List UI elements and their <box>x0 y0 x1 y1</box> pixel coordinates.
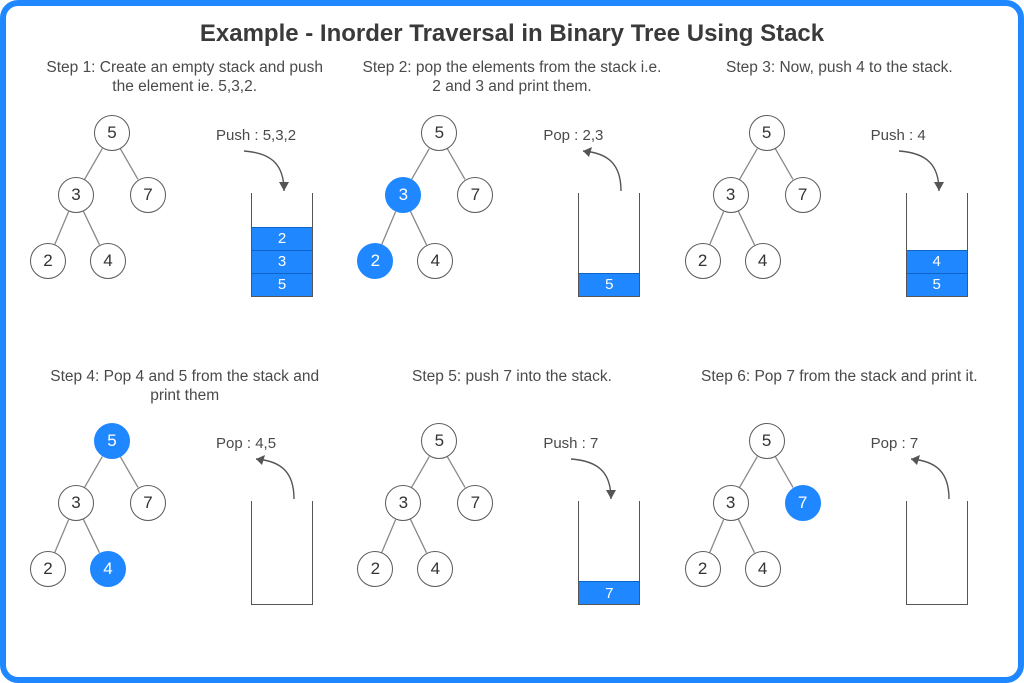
tree-node: 7 <box>457 177 493 213</box>
step-scene: 53724Push : 454 <box>681 103 998 323</box>
step-panel: Step 2: pop the elements from the stack … <box>353 58 670 353</box>
stack-cell: 3 <box>252 250 312 273</box>
tree-node: 4 <box>90 243 126 279</box>
tree-node: 3 <box>713 177 749 213</box>
stack: 54 <box>906 193 968 297</box>
tree-node: 3 <box>58 485 94 521</box>
step-scene: 53724Push : 5,3,2532 <box>26 103 343 323</box>
step-caption: Step 3: Now, push 4 to the stack. <box>681 58 998 103</box>
operation-label: Pop : 4,5 <box>216 435 276 452</box>
tree-node: 2 <box>357 243 393 279</box>
stack-cell: 5 <box>579 273 639 296</box>
operation-label: Pop : 2,3 <box>543 127 603 144</box>
stack: 532 <box>251 193 313 297</box>
step-scene: 537 24 Pop : 4,5 <box>26 411 343 631</box>
tree-node: 7 <box>130 177 166 213</box>
tree-node: 7 <box>785 177 821 213</box>
step-panel: Step 4: Pop 4 and 5 from the stack and p… <box>26 367 343 662</box>
stack: 5 <box>578 193 640 297</box>
tree-node: 5 <box>421 423 457 459</box>
tree-node: 2 <box>357 551 393 587</box>
tree-node: 4 <box>745 243 781 279</box>
step-panel: Step 6: Pop 7 from the stack and print i… <box>681 367 998 662</box>
tree-node: 3 <box>385 177 421 213</box>
operation-label: Push : 5,3,2 <box>216 127 296 144</box>
step-scene: 53724Push : 77 <box>353 411 670 631</box>
stack-cell: 4 <box>907 250 967 273</box>
step-panel: Step 1: Create an empty stack and push t… <box>26 58 343 353</box>
tree-node: 5 <box>749 115 785 151</box>
tree-node: 2 <box>685 551 721 587</box>
step-scene: 53724Pop : 2,35 <box>353 103 670 323</box>
stack-cell: 2 <box>252 227 312 250</box>
tree-node: 7 <box>457 485 493 521</box>
step-caption: Step 1: Create an empty stack and push t… <box>26 58 343 103</box>
stack <box>906 501 968 605</box>
stack: 7 <box>578 501 640 605</box>
tree-node: 5 <box>94 423 130 459</box>
tree-node: 4 <box>417 551 453 587</box>
tree-node: 5 <box>94 115 130 151</box>
step-caption: Step 4: Pop 4 and 5 from the stack and p… <box>26 367 343 412</box>
step-panel: Step 5: push 7 into the stack.53724Push … <box>353 367 670 662</box>
tree-node: 2 <box>685 243 721 279</box>
diagram-frame: Example - Inorder Traversal in Binary Tr… <box>0 0 1024 683</box>
tree-node: 3 <box>385 485 421 521</box>
diagram-title: Example - Inorder Traversal in Binary Tr… <box>26 20 998 48</box>
stack-cell: 5 <box>907 273 967 296</box>
stack <box>251 501 313 605</box>
operation-label: Push : 4 <box>871 127 926 144</box>
step-caption: Step 5: push 7 into the stack. <box>353 367 670 412</box>
tree-node: 3 <box>58 177 94 213</box>
stack-cell: 5 <box>252 273 312 296</box>
tree-node: 7 <box>785 485 821 521</box>
tree-node: 2 <box>30 243 66 279</box>
tree-node: 5 <box>421 115 457 151</box>
step-caption: Step 2: pop the elements from the stack … <box>353 58 670 103</box>
step-caption: Step 6: Pop 7 from the stack and print i… <box>681 367 998 412</box>
stack-cell: 7 <box>579 581 639 604</box>
tree-node: 4 <box>745 551 781 587</box>
operation-label: Pop : 7 <box>871 435 919 452</box>
step-panel: Step 3: Now, push 4 to the stack.53724Pu… <box>681 58 998 353</box>
operation-label: Push : 7 <box>543 435 598 452</box>
tree-node: 4 <box>417 243 453 279</box>
tree-node: 2 <box>30 551 66 587</box>
tree-node: 7 <box>130 485 166 521</box>
tree-node: 5 <box>749 423 785 459</box>
step-scene: 537 24 Pop : 7 <box>681 411 998 631</box>
tree-node: 3 <box>713 485 749 521</box>
tree-node: 4 <box>90 551 126 587</box>
steps-grid: Step 1: Create an empty stack and push t… <box>26 58 998 661</box>
